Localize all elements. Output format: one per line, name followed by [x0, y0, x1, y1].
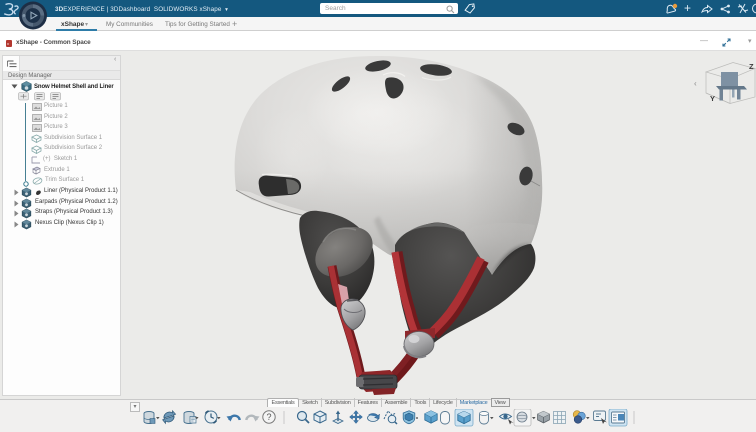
svg-text:Y: Y: [710, 94, 715, 103]
svg-text:Z: Z: [749, 62, 754, 71]
svg-text:?: ?: [266, 412, 271, 422]
